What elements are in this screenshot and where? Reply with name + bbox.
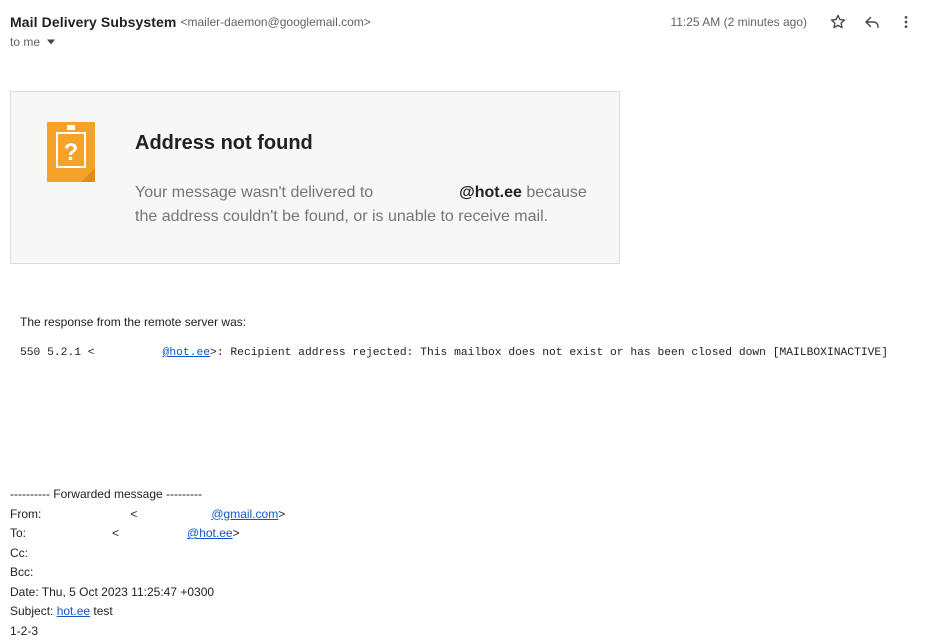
card-title: Address not found <box>135 132 313 154</box>
response-intro: The response from the remote server was: <box>20 315 247 329</box>
caret-down-icon <box>47 39 56 45</box>
forwarded-message: ---------- Forwarded message --------- F… <box>10 485 285 641</box>
response-code-prefix: 550 5.2.1 < <box>20 347 95 359</box>
from-label: From: <box>10 506 42 521</box>
forwarded-bcc-line: Bcc: <box>10 565 34 579</box>
timestamp: 11:25 AM (2 minutes ago) <box>670 15 807 29</box>
more-vert-icon <box>904 16 908 28</box>
forwarded-date-line: Date: Thu, 5 Oct 2023 11:25:47 +0300 <box>10 584 215 599</box>
card-message: Your message wasn't delivered to @hot.ee … <box>135 181 605 229</box>
forwarded-subject-line: Subject: hot.ee test <box>10 602 285 622</box>
sender-name[interactable]: Mail Delivery Subsystem <box>10 14 177 30</box>
star-button[interactable] <box>821 11 855 33</box>
reply-button[interactable] <box>855 11 889 33</box>
to-label: To: <box>10 526 27 540</box>
forwarded-body: 1-2-3 <box>10 623 39 638</box>
subject-rest: test <box>93 604 113 618</box>
response-code-suffix: >: Recipient address rejected: This mail… <box>210 347 888 359</box>
header-actions: 11:25 AM (2 minutes ago) <box>670 11 923 33</box>
sender-email: <mailer-daemon@googlemail.com> <box>180 15 371 29</box>
response-code: 550 5.2.1 < @hot.ee>: Recipient address r… <box>20 347 888 359</box>
to-label: to me <box>10 35 41 49</box>
star-icon <box>830 14 846 29</box>
response-address-link[interactable]: @hot.ee <box>163 347 210 359</box>
from-email-link[interactable]: @gmail.com <box>211 507 278 521</box>
recipient-domain: @hot.ee <box>459 184 522 201</box>
reply-icon <box>865 16 879 28</box>
bounce-notice-card: ? Address not found Your message wasn't … <box>10 91 620 264</box>
svg-text:?: ? <box>64 139 79 166</box>
subject-label: Subject: <box>10 604 54 618</box>
question-note-icon: ? <box>47 122 95 182</box>
card-body-prefix: Your message wasn't delivered to <box>135 184 374 201</box>
forwarded-separator: ---------- Forwarded message --------- <box>10 487 202 501</box>
subject-link[interactable]: hot.ee <box>57 604 90 618</box>
more-options-button[interactable] <box>889 11 923 33</box>
to-email-link[interactable]: @hot.ee <box>187 526 233 540</box>
recipient-details-toggle[interactable]: to me <box>10 35 56 49</box>
forwarded-cc-line: Cc: <box>10 545 28 560</box>
message-header: Mail Delivery Subsystem <mailer-daemon@g… <box>10 12 923 32</box>
forwarded-from-line: From: < @gmail.com> <box>10 506 286 521</box>
forwarded-to-line: To: < @hot.ee> <box>10 526 240 540</box>
